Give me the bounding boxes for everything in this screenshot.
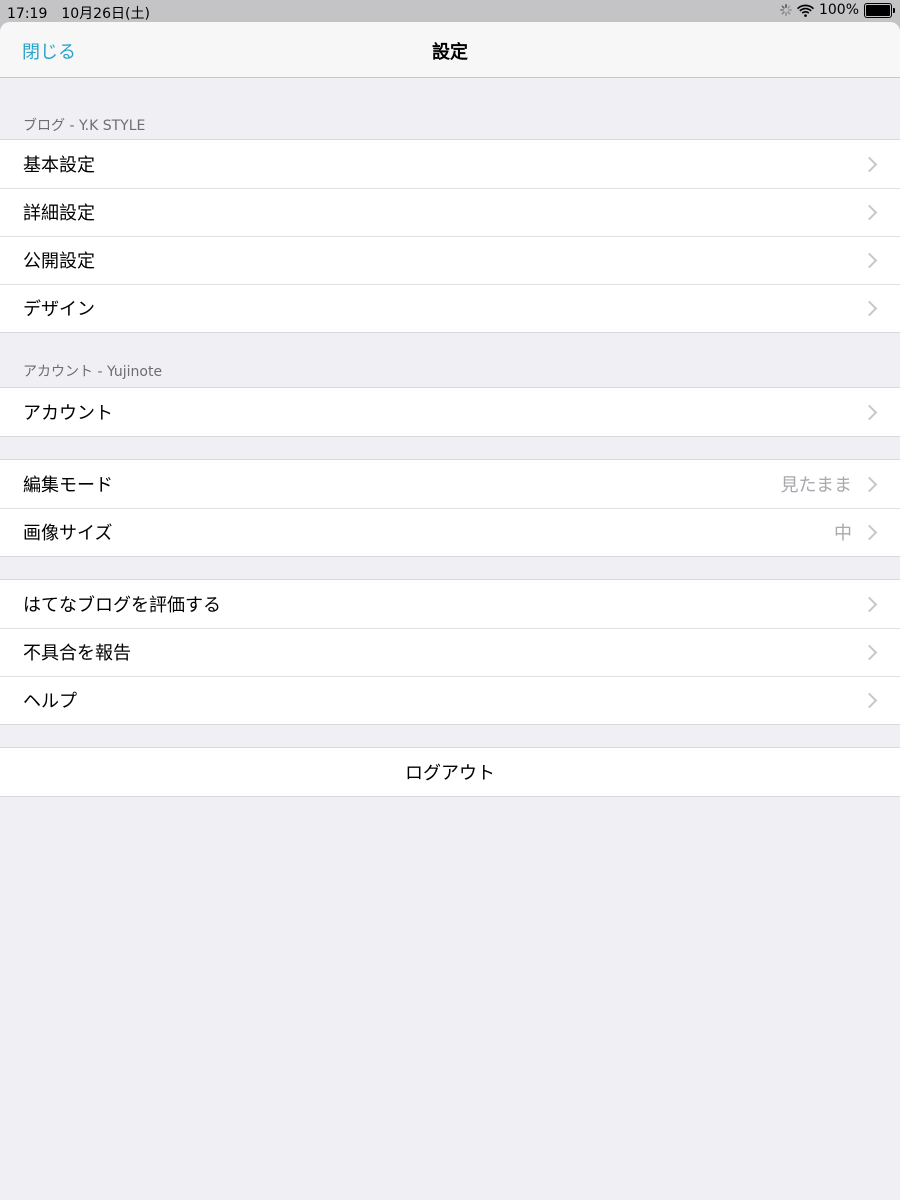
image-size-value: 中 (834, 523, 852, 544)
chevron-right-icon (861, 692, 878, 708)
row-label: デザイン (23, 299, 95, 320)
navigation-bar: 閉じる 設定 (0, 22, 900, 78)
logout-group: ログアウト (0, 747, 900, 797)
report-bug-row[interactable]: 不具合を報告 (0, 628, 900, 676)
logout-button[interactable]: ログアウト (0, 748, 900, 796)
account-row[interactable]: アカウント (0, 388, 900, 436)
edit-mode-value: 見たまま (780, 475, 852, 496)
editor-settings-group: 編集モード 見たまま 画像サイズ 中 (0, 459, 900, 557)
row-label: 基本設定 (23, 155, 95, 176)
basic-settings-row[interactable]: 基本設定 (0, 140, 900, 188)
blog-settings-group: 基本設定 詳細設定 公開設定 デザイン (0, 139, 900, 333)
chevron-right-icon (861, 596, 878, 612)
row-label: はてなブログを評価する (23, 595, 221, 616)
rate-app-row[interactable]: はてなブログを評価する (0, 580, 900, 628)
chevron-right-icon (861, 300, 878, 316)
row-label: 詳細設定 (23, 203, 95, 224)
section-header-account: アカウント - Yujinote (23, 364, 163, 380)
edit-mode-row[interactable]: 編集モード 見たまま (0, 460, 900, 508)
row-label: ヘルプ (23, 691, 77, 712)
chevron-right-icon (861, 252, 878, 268)
detail-settings-row[interactable]: 詳細設定 (0, 188, 900, 236)
chevron-right-icon (861, 156, 878, 172)
image-size-row[interactable]: 画像サイズ 中 (0, 508, 900, 556)
status-right: 100% (780, 2, 895, 18)
battery-percent: 100% (818, 2, 859, 18)
chevron-right-icon (861, 204, 878, 220)
chevron-right-icon (861, 404, 878, 420)
status-time: 17:19 (7, 6, 48, 22)
publish-settings-row[interactable]: 公開設定 (0, 236, 900, 284)
status-date: 10月26日(土) (61, 6, 150, 22)
section-header-blog: ブログ - Y.K STYLE (23, 118, 146, 134)
logout-label: ログアウト (405, 763, 495, 784)
status-left: 17:19 10月26日(土) (7, 3, 164, 23)
design-row[interactable]: デザイン (0, 284, 900, 332)
chevron-right-icon (861, 644, 878, 660)
activity-spinner-icon (780, 4, 792, 16)
status-bar: 17:19 10月26日(土) 100% (0, 0, 900, 22)
battery-icon (864, 2, 895, 18)
chevron-right-icon (861, 524, 878, 540)
account-group: アカウント (0, 387, 900, 437)
wifi-icon (796, 4, 814, 17)
chevron-right-icon (861, 476, 878, 492)
row-label: 編集モード (23, 475, 113, 496)
support-group: はてなブログを評価する 不具合を報告 ヘルプ (0, 579, 900, 725)
row-label: アカウント (23, 403, 113, 424)
row-label: 画像サイズ (23, 523, 113, 544)
help-row[interactable]: ヘルプ (0, 676, 900, 724)
page-title: 設定 (432, 42, 468, 63)
row-label: 公開設定 (23, 251, 95, 272)
settings-sheet: 閉じる 設定 ブログ - Y.K STYLE 基本設定 詳細設定 公開設定 デザ… (0, 22, 900, 1200)
battery-fill (866, 4, 890, 16)
row-label: 不具合を報告 (23, 643, 131, 664)
